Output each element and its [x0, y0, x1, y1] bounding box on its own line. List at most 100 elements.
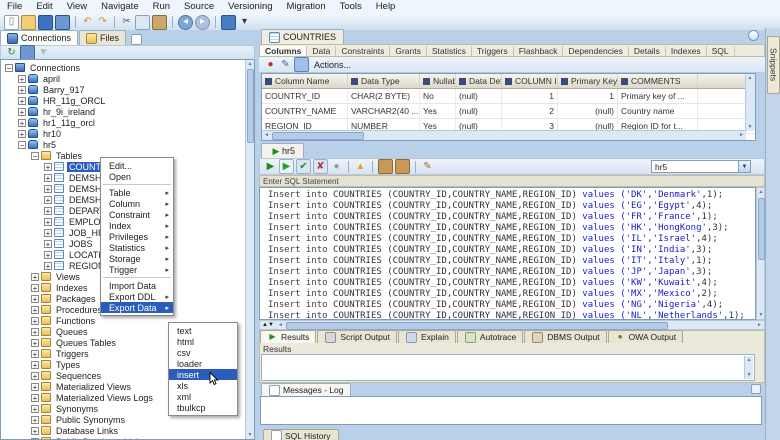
menu-item-open[interactable]: Open	[101, 171, 173, 182]
minimize-panel-icon[interactable]	[751, 384, 761, 394]
sql-statement[interactable]: Insert into COUNTRIES (COUNTRY_ID,COUNTR…	[260, 311, 755, 320]
owa-output-icon[interactable]: ●	[616, 333, 625, 342]
expand-toggle-icon[interactable]: +	[31, 295, 39, 303]
submenu-item-text[interactable]: text	[169, 325, 237, 336]
tree-scrollbar[interactable]: ▲ ▼	[245, 60, 254, 439]
chevron-down-icon[interactable]: ▼	[738, 161, 750, 172]
scroll-down-icon[interactable]: ▼	[757, 311, 765, 319]
back-icon[interactable]: ◂	[178, 15, 193, 30]
expand-toggle-icon[interactable]: +	[31, 306, 39, 314]
tree-item-hr-9i-ireland[interactable]: +hr_9i_ireland	[1, 106, 254, 117]
tab-triggers[interactable]: Triggers	[472, 46, 514, 56]
tree-item-april[interactable]: +april	[1, 73, 254, 84]
expand-toggle-icon[interactable]: +	[31, 405, 39, 413]
menu-edit[interactable]: Edit	[29, 0, 59, 14]
column-header-column-id[interactable]: COLUMN ID	[502, 74, 558, 88]
clear-icon[interactable]: ✎	[421, 160, 434, 173]
tab-statistics[interactable]: Statistics	[427, 46, 472, 56]
tab-results[interactable]: ▶Results	[260, 330, 316, 343]
menu-item-trigger[interactable]: Trigger▸	[101, 264, 173, 275]
editor-horizontal-scrollbar[interactable]: ▲▼ ◄ ►	[259, 320, 765, 330]
expand-toggle-icon[interactable]: +	[18, 75, 26, 83]
expand-toggle-icon[interactable]: +	[31, 273, 39, 281]
submenu-item-csv[interactable]: csv	[169, 347, 237, 358]
expand-toggle-icon[interactable]: +	[44, 240, 52, 248]
expand-toggle-icon[interactable]: +	[18, 119, 26, 127]
explain-plan-icon[interactable]: ▲	[354, 160, 367, 173]
expand-toggle-icon[interactable]: +	[31, 394, 39, 402]
expand-toggle-icon[interactable]: +	[31, 427, 39, 435]
dbms-output-icon[interactable]	[532, 332, 543, 343]
sql-statement[interactable]: Insert into COUNTRIES (COUNTRY_ID,COUNTR…	[260, 278, 755, 289]
dropdown-arrow-icon[interactable]: ▾	[238, 16, 251, 29]
float-window-icon[interactable]	[748, 30, 759, 41]
menu-item-export-ddl[interactable]: Export DDL▸	[101, 291, 173, 302]
save-icon[interactable]	[38, 15, 53, 30]
expand-toggle-icon[interactable]: −	[18, 141, 26, 149]
sql-statement[interactable]: Insert into COUNTRIES (COUNTRY_ID,COUNTR…	[260, 256, 755, 267]
paste-icon[interactable]	[152, 15, 167, 30]
scrollbar-thumb[interactable]	[758, 198, 765, 260]
expand-toggle-icon[interactable]: +	[31, 317, 39, 325]
scroll-left-icon[interactable]: ◄	[276, 321, 285, 329]
menu-help[interactable]: Help	[369, 0, 403, 14]
expand-toggle-icon[interactable]: +	[18, 97, 26, 105]
expand-toggle-icon[interactable]: +	[31, 284, 39, 292]
tab-dbms-output[interactable]: DBMS Output	[524, 330, 606, 343]
scrollbar-thumb[interactable]	[272, 132, 364, 140]
tree-item-connections[interactable]: −Connections	[1, 62, 254, 73]
tab-owa-output[interactable]: ●OWA Output	[608, 330, 683, 343]
expand-toggle-icon[interactable]: +	[44, 174, 52, 182]
menu-item-import-data[interactable]: Import Data	[101, 280, 173, 291]
redo-icon[interactable]: ↷	[96, 16, 109, 29]
tab-grants[interactable]: Grants	[390, 46, 427, 56]
tab-details[interactable]: Details	[629, 46, 666, 56]
expand-toggle-icon[interactable]: +	[44, 163, 52, 171]
expand-toggle-icon[interactable]: −	[5, 64, 13, 72]
cancel-icon[interactable]: ●	[330, 160, 343, 173]
tree-item-hr1-11g-orcl[interactable]: +hr1_11g_orcl	[1, 117, 254, 128]
tree-item-hr10[interactable]: +hr10	[1, 128, 254, 139]
column-header-primary-key[interactable]: Primary Key	[558, 74, 618, 88]
sql-statement[interactable]: Insert into COUNTRIES (COUNTRY_ID,COUNTR…	[260, 300, 755, 311]
expand-toggle-icon[interactable]: +	[44, 207, 52, 215]
expand-toggle-icon[interactable]: +	[31, 372, 39, 380]
freeze-pin-icon[interactable]: ●	[264, 58, 277, 71]
grid-vertical-scrollbar[interactable]: ▲ ▼	[745, 74, 755, 131]
table-row[interactable]: COUNTRY_NAMEVARCHAR2(40 ...Yes(null)2(nu…	[262, 104, 755, 119]
expand-toggle-icon[interactable]: −	[31, 152, 39, 160]
connection-combo[interactable]: hr5 ▼	[651, 160, 751, 173]
column-header-data-type[interactable]: Data Type	[348, 74, 420, 88]
run-script-icon[interactable]: ▶	[279, 159, 294, 174]
menu-item-index[interactable]: Index▸	[101, 220, 173, 231]
explain-icon[interactable]	[406, 332, 417, 343]
tree-item-hr-11g-orcl[interactable]: +HR_11g_ORCL	[1, 95, 254, 106]
scroll-up-icon[interactable]: ▲	[246, 60, 254, 68]
tab-countries[interactable]: COUNTRIES	[261, 29, 344, 44]
sql-editor[interactable]: Insert into COUNTRIES (COUNTRY_ID,COUNTR…	[259, 187, 756, 320]
tab-worksheet-hr5[interactable]: ▶ hr5	[261, 143, 304, 158]
expand-toggle-icon[interactable]: +	[18, 86, 26, 94]
tab-connections[interactable]: Connections	[0, 30, 78, 45]
scrollbar-thumb[interactable]	[286, 322, 668, 330]
tab-columns[interactable]: Columns	[260, 46, 307, 56]
menu-versioning[interactable]: Versioning	[221, 0, 279, 14]
submenu-item-xls[interactable]: xls	[169, 380, 237, 391]
scroll-right-icon[interactable]: ►	[755, 321, 764, 329]
column-header-comments[interactable]: COMMENTS	[618, 74, 698, 88]
menu-item-export-data[interactable]: Export Data▸	[101, 302, 173, 313]
forward-icon[interactable]: ▸	[195, 15, 210, 30]
tab-files[interactable]: Files	[79, 30, 126, 45]
expand-toggle-icon[interactable]: +	[44, 251, 52, 259]
run-statement-icon[interactable]: ▶	[264, 160, 277, 173]
commit-icon[interactable]: ✔	[296, 159, 311, 174]
sql-statement[interactable]: Insert into COUNTRIES (COUNTRY_ID,COUNTR…	[260, 267, 755, 278]
splitter-icons[interactable]: ▲▼	[262, 321, 274, 330]
tab-autotrace[interactable]: Autotrace	[457, 330, 523, 343]
submenu-item-tbulkcp[interactable]: tbulkcp	[169, 402, 237, 413]
grid-horizontal-scrollbar[interactable]: ◄ ►	[262, 130, 746, 140]
new-connection-icon[interactable]	[221, 15, 236, 30]
expand-toggle-icon[interactable]: +	[31, 328, 39, 336]
expand-toggle-icon[interactable]: +	[31, 339, 39, 347]
menu-item-privileges[interactable]: Privileges▸	[101, 231, 173, 242]
